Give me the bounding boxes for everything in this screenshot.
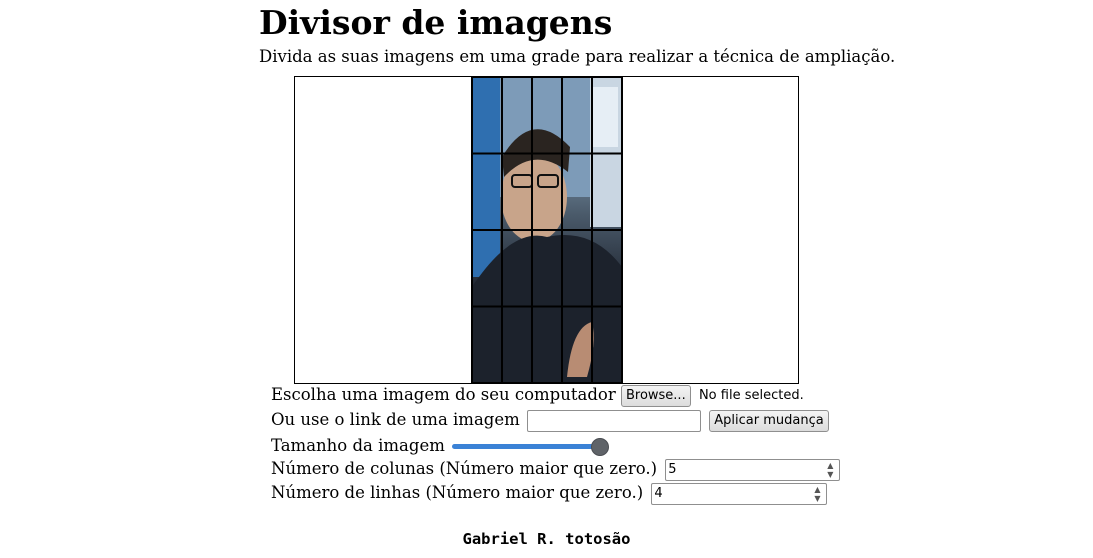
- columns-input[interactable]: 5 ▲ ▼: [665, 458, 841, 481]
- file-status: No file selected.: [698, 387, 804, 403]
- author-footer: Gabriel R. totosão: [462, 530, 631, 548]
- file-label: Escolha uma imagem do seu computador: [271, 385, 616, 404]
- slider-track: [452, 443, 601, 449]
- columns-label: Número de colunas (Número maior que zero…: [271, 459, 658, 478]
- page-title: Divisor de imagens: [259, 3, 613, 42]
- rows-input[interactable]: 4 ▲ ▼: [651, 482, 828, 505]
- rows-row: Número de linhas (Número maior que zero.…: [271, 482, 828, 505]
- columns-value: 5: [668, 461, 677, 477]
- file-row: Escolha uma imagem do seu computador Bro…: [271, 384, 804, 407]
- rows-value: 4: [654, 485, 663, 501]
- grid-overlay: [471, 77, 623, 383]
- spinner-icon[interactable]: ▲ ▼: [810, 485, 824, 503]
- spinner-icon[interactable]: ▲ ▼: [823, 461, 837, 479]
- page-subtitle: Divida as suas imagens em uma grade para…: [259, 47, 896, 66]
- browse-button[interactable]: Browse...: [620, 384, 691, 407]
- columns-row: Número de colunas (Número maior que zero…: [271, 458, 841, 481]
- image-canvas: [294, 76, 799, 384]
- size-row: Tamanho da imagem: [271, 435, 610, 457]
- link-row: Ou use o link de uma imagem Aplicar muda…: [271, 409, 829, 432]
- slider-thumb[interactable]: [591, 437, 610, 456]
- image-size-slider[interactable]: [452, 437, 610, 457]
- apply-change-button[interactable]: Aplicar mudança: [709, 409, 829, 432]
- link-label: Ou use o link de uma imagem: [271, 410, 520, 429]
- size-label: Tamanho da imagem: [271, 436, 445, 455]
- image-link-input[interactable]: [527, 409, 702, 432]
- rows-label: Número de linhas (Número maior que zero.…: [271, 483, 644, 502]
